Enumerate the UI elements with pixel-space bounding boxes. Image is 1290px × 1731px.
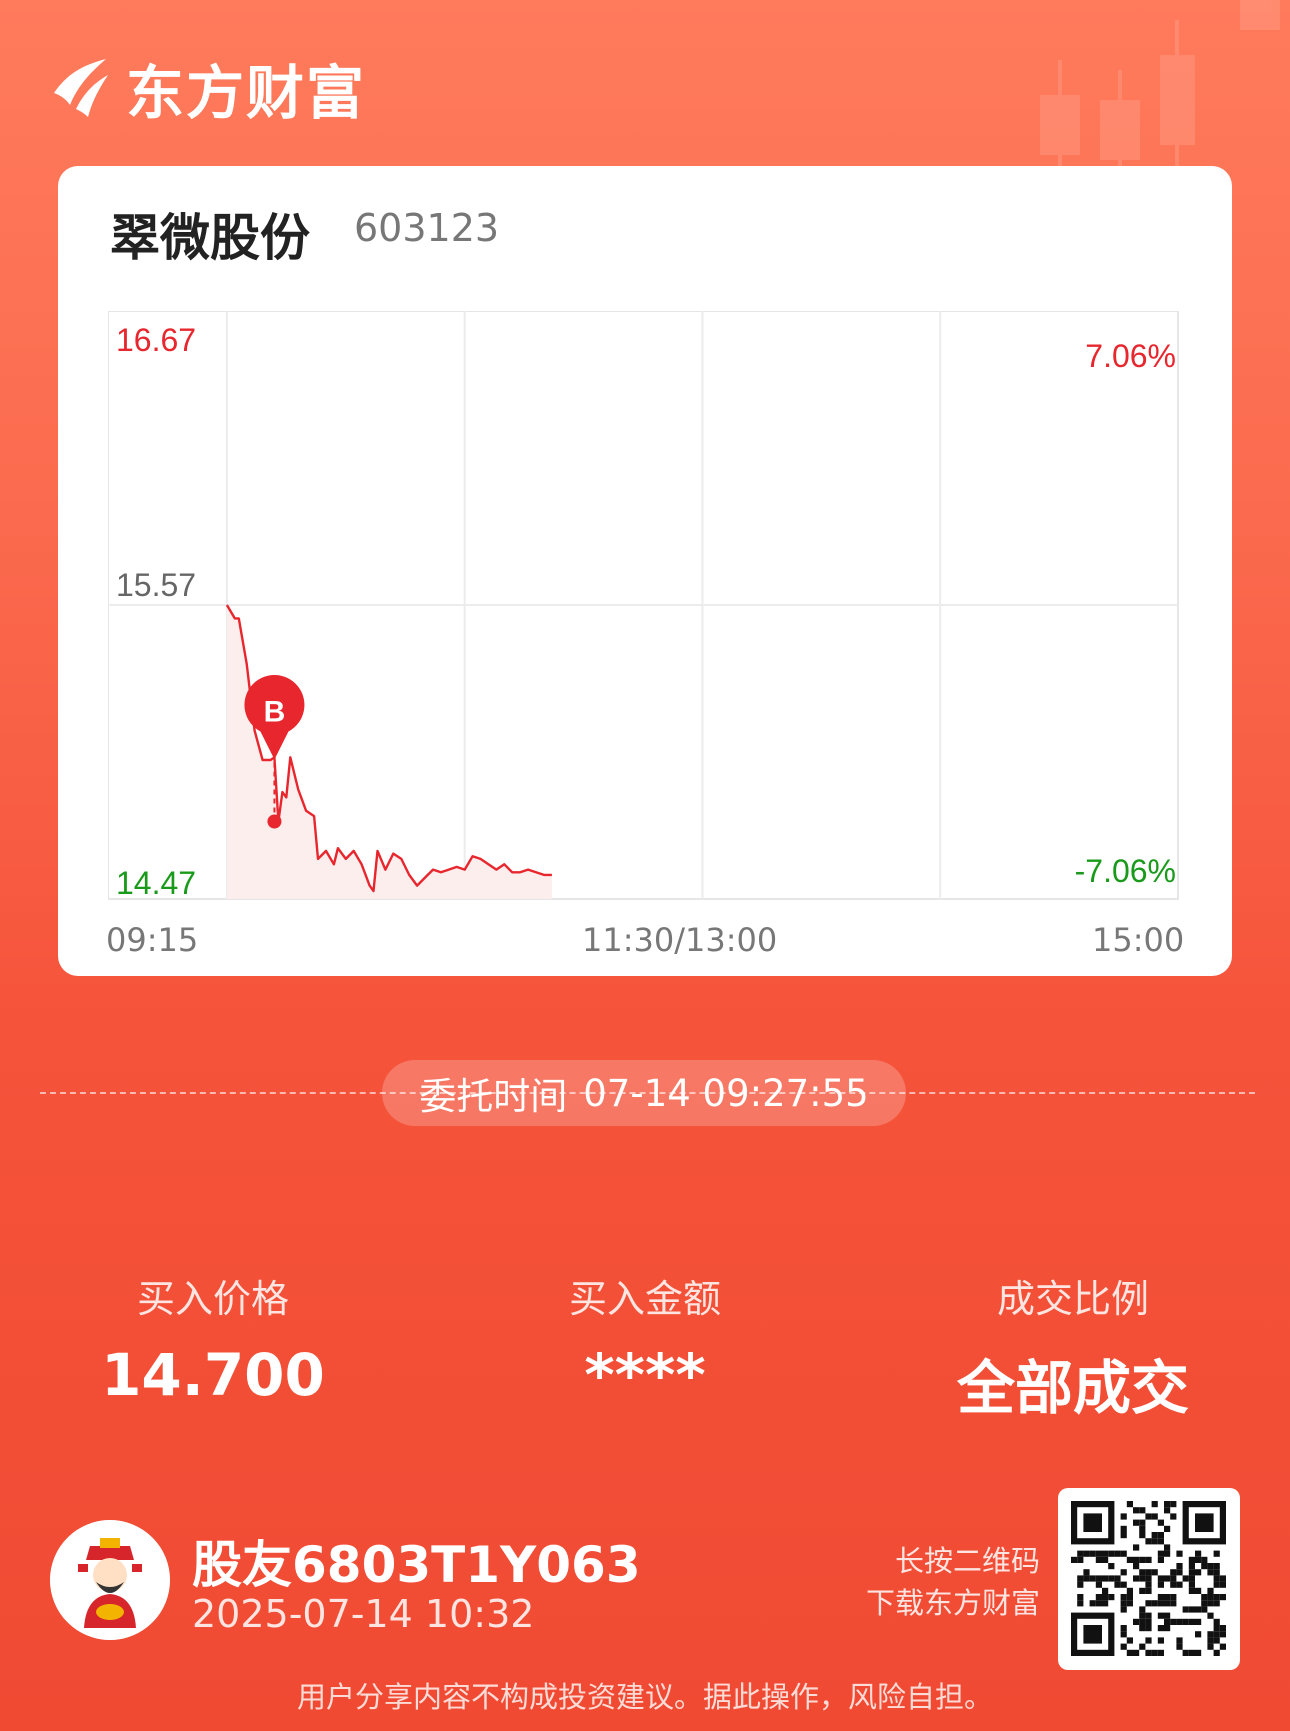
trade-marker-label: B bbox=[264, 695, 286, 728]
y-price-tick-high: 16.67 bbox=[116, 322, 196, 358]
stat-label: 成交比例 bbox=[996, 1277, 1149, 1321]
share-time: 2025-07-14 10:32 bbox=[192, 1592, 535, 1636]
stock-name: 翠微股份 bbox=[110, 209, 310, 267]
order-time-value: 07-14 09:27:55 bbox=[583, 1071, 869, 1115]
stat-label: 买入金额 bbox=[568, 1277, 721, 1321]
disclaimer: 用户分享内容不构成投资建议。据此操作，风险自担。 bbox=[296, 1680, 993, 1714]
x-tick-midday: 11:30/13:00 bbox=[582, 921, 778, 959]
order-time-label: 委托时间 bbox=[419, 1075, 568, 1118]
x-tick-open: 09:15 bbox=[106, 921, 199, 959]
y-pct-tick-high: 7.06% bbox=[1085, 338, 1176, 374]
brand-name: 东方财富 bbox=[126, 59, 367, 127]
qr-hint-line2: 下载东方财富 bbox=[865, 1586, 1040, 1620]
stat-value: 14.700 bbox=[101, 1341, 325, 1409]
order-time-pill: 委托时间 07-14 09:27:55 bbox=[382, 1060, 906, 1126]
qr-code-icon[interactable] bbox=[1058, 1488, 1240, 1670]
stock-code: 603123 bbox=[354, 206, 500, 250]
trade-marker-dot bbox=[267, 814, 282, 829]
user-name: 股友6803T1Y063 bbox=[192, 1536, 641, 1594]
brand-logo: 东方财富 bbox=[48, 46, 366, 130]
intraday-chart-svg: B 16.67 15.57 14.47 7.06% -7.06% bbox=[107, 310, 1179, 901]
stat-value: **** bbox=[584, 1341, 706, 1409]
order-time-divider: 委托时间 07-14 09:27:55 bbox=[40, 1060, 1255, 1130]
qr-hint-line1: 长按二维码 bbox=[894, 1544, 1040, 1578]
stat-buy-price: 买入价格 14.700 bbox=[48, 1268, 378, 1409]
y-price-tick-prev-close: 15.57 bbox=[116, 567, 196, 603]
stat-value: 全部成交 bbox=[956, 1354, 1189, 1422]
stock-card: 翠微股份 603123 B 16.67 15.57 14.47 7.06% -7… bbox=[58, 166, 1232, 976]
eastmoney-logo-icon bbox=[54, 59, 108, 117]
stat-buy-amount: 买入金额 **** bbox=[480, 1268, 810, 1409]
stat-label: 买入价格 bbox=[136, 1277, 289, 1321]
y-pct-tick-low: -7.06% bbox=[1075, 853, 1176, 889]
intraday-chart: B 16.67 15.57 14.47 7.06% -7.06% bbox=[107, 310, 1188, 961]
x-tick-close: 15:00 bbox=[1092, 921, 1185, 959]
god-of-wealth-avatar-icon[interactable] bbox=[50, 1520, 170, 1640]
qr-hint: 长按二维码 下载东方财富 bbox=[840, 1540, 1040, 1624]
stat-fill-ratio: 成交比例 全部成交 bbox=[908, 1268, 1238, 1425]
y-price-tick-low: 14.47 bbox=[116, 865, 196, 901]
